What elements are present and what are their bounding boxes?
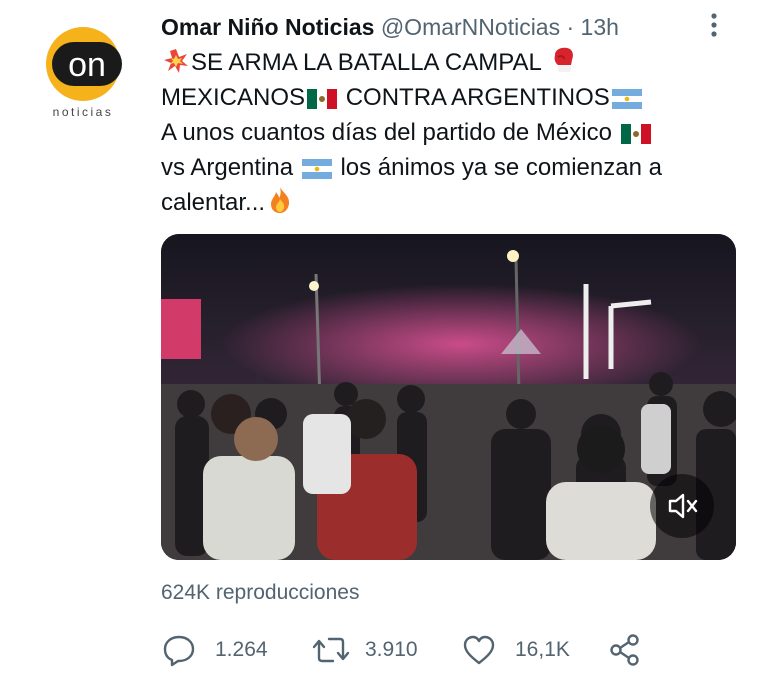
tweet-action-bar: 1.264 3.910 16,1K <box>161 630 661 670</box>
tweet-line-5: calentar... <box>161 185 736 220</box>
on-noticias-logo: on noticias <box>46 27 122 119</box>
more-dots-icon <box>711 13 717 37</box>
author-name[interactable]: Omar Niño Noticias <box>161 14 374 40</box>
tweet-line-4: vs Argentina los ánimos ya se comienzan … <box>161 150 736 185</box>
tweet-line-1: SE ARMA LA BATALLA CAMPAL <box>161 45 736 80</box>
like-button[interactable]: 16,1K <box>461 630 570 670</box>
avatar[interactable]: on noticias <box>28 24 138 124</box>
retweet-button[interactable]: 3.910 <box>311 630 418 670</box>
reply-button[interactable]: 1.264 <box>161 630 268 670</box>
retweet-count: 3.910 <box>365 638 418 661</box>
tweet-mexicanos: MEXICANOS <box>161 84 306 111</box>
mexico-flag-emoji <box>307 89 338 109</box>
tweet-video[interactable] <box>161 234 736 560</box>
more-options-button[interactable] <box>700 10 728 40</box>
volume-muted-icon <box>668 493 698 519</box>
collision-emoji <box>164 49 188 73</box>
tweet-contra: CONTRA ARGENTINOS <box>345 84 610 111</box>
view-count[interactable]: 624K reproducciones <box>161 579 359 607</box>
mute-toggle-button[interactable] <box>650 474 714 538</box>
argentina-flag-emoji <box>611 89 642 109</box>
reply-icon <box>163 635 195 667</box>
share-icon <box>610 634 639 666</box>
tweet-time[interactable]: 13h <box>581 14 619 40</box>
fire-emoji <box>271 187 290 213</box>
tweet-vs-argentina: vs Argentina <box>161 154 294 181</box>
tweet-calentar: calentar... <box>161 189 266 216</box>
reply-count: 1.264 <box>215 638 268 661</box>
tweet-animos: los ánimos ya se comienzan a <box>340 154 662 181</box>
like-count: 16,1K <box>515 638 570 661</box>
tweet-text: SE ARMA LA BATALLA CAMPAL MEXICANOS CONT… <box>161 45 736 220</box>
tweet-line-3: A unos cuantos días del partido de Méxic… <box>161 115 736 150</box>
tweet-line-2: MEXICANOS CONTRA ARGENTINOS <box>161 80 736 115</box>
tweet-headline: SE ARMA LA BATALLA CAMPAL <box>191 49 541 76</box>
logo-subtext: noticias <box>53 105 114 119</box>
share-button[interactable] <box>607 630 643 670</box>
mexico-flag-emoji <box>620 124 651 144</box>
tweet-header: Omar Niño Noticias @OmarNNoticias · 13h <box>161 12 741 42</box>
header-separator: · <box>566 14 575 40</box>
argentina-flag-emoji <box>301 159 332 179</box>
author-handle[interactable]: @OmarNNoticias <box>381 14 560 40</box>
boxing-glove-emoji <box>554 47 573 72</box>
tweet-sentence-1: A unos cuantos días del partido de Méxic… <box>161 119 612 146</box>
heart-icon <box>463 635 495 665</box>
logo-text: on <box>68 46 106 84</box>
retweet-icon <box>312 637 350 663</box>
